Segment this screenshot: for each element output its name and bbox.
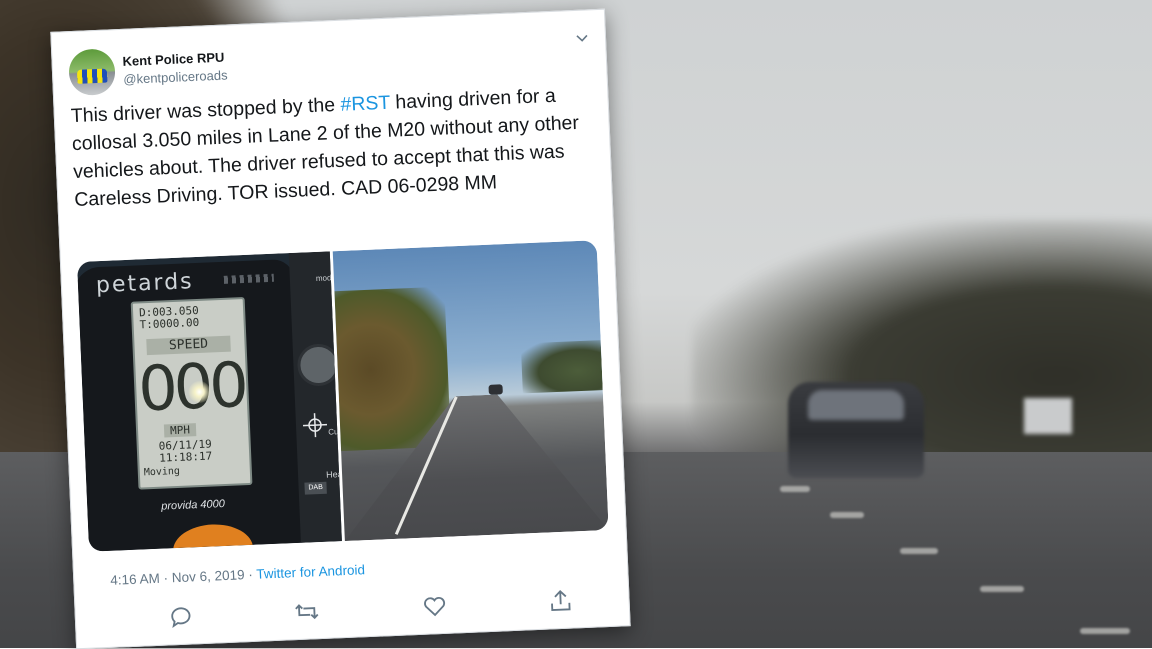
navigation-icon [302,413,328,438]
lane-marking [1080,628,1130,634]
speed-device-photo[interactable]: petards D:003.050 T:0000.00 SPEED 000 MP… [76,251,342,552]
distant-car [488,384,503,395]
speed-device: petards D:003.050 T:0000.00 SPEED 000 MP… [76,258,306,552]
panel-hea-label: Hea [325,469,342,480]
reply-icon[interactable] [167,603,194,630]
hashtag-link[interactable]: #RST [340,92,390,116]
user-handle[interactable]: @kentpoliceroads [123,68,228,87]
tweet-media[interactable]: petards D:003.050 T:0000.00 SPEED 000 MP… [76,240,609,552]
avatar[interactable] [68,48,116,97]
lane-marking [980,586,1024,592]
control-knob [296,343,341,387]
device-brand: petards [95,269,195,299]
tweet-actions [91,586,612,638]
police-car-icon [76,68,108,84]
background-truck [1024,398,1072,434]
device-model: provida 4000 [161,498,226,513]
lane-marking [830,512,864,518]
lcd-date: 06/11/19 11:18:17 [158,438,213,465]
lcd-time: T:0000.00 [139,315,200,332]
distant-trees [520,340,603,394]
chevron-down-icon[interactable] [575,30,590,45]
device-keypad [172,522,255,552]
lcd-clock-value: 11:18:17 [158,449,213,465]
display-name[interactable]: Kent Police RPU [122,50,224,69]
tweet-timestamp[interactable]: 4:16 AM · Nov 6, 2019 · [110,567,257,588]
lcd-status: Moving [143,465,181,479]
lane-marking [900,548,938,554]
tweet-text: This driver was stopped by the #RST havi… [70,80,594,214]
tweet-meta: 4:16 AM · Nov 6, 2019 · Twitter for Andr… [110,562,365,588]
retweet-icon[interactable] [293,598,320,625]
tweet-text-part: This driver was stopped by the [70,93,341,128]
share-icon[interactable] [547,587,574,614]
like-icon[interactable] [421,593,448,620]
device-dots [223,273,274,284]
tweet-source[interactable]: Twitter for Android [256,562,365,582]
lcd-unit: MPH [163,423,197,438]
background-car-window [808,390,904,420]
panel-dab-label: DAB [304,481,327,495]
tweet-card[interactable]: Kent Police RPU @kentpoliceroads This dr… [50,8,631,649]
road-photo[interactable] [332,240,609,542]
lane-marking [780,486,810,492]
